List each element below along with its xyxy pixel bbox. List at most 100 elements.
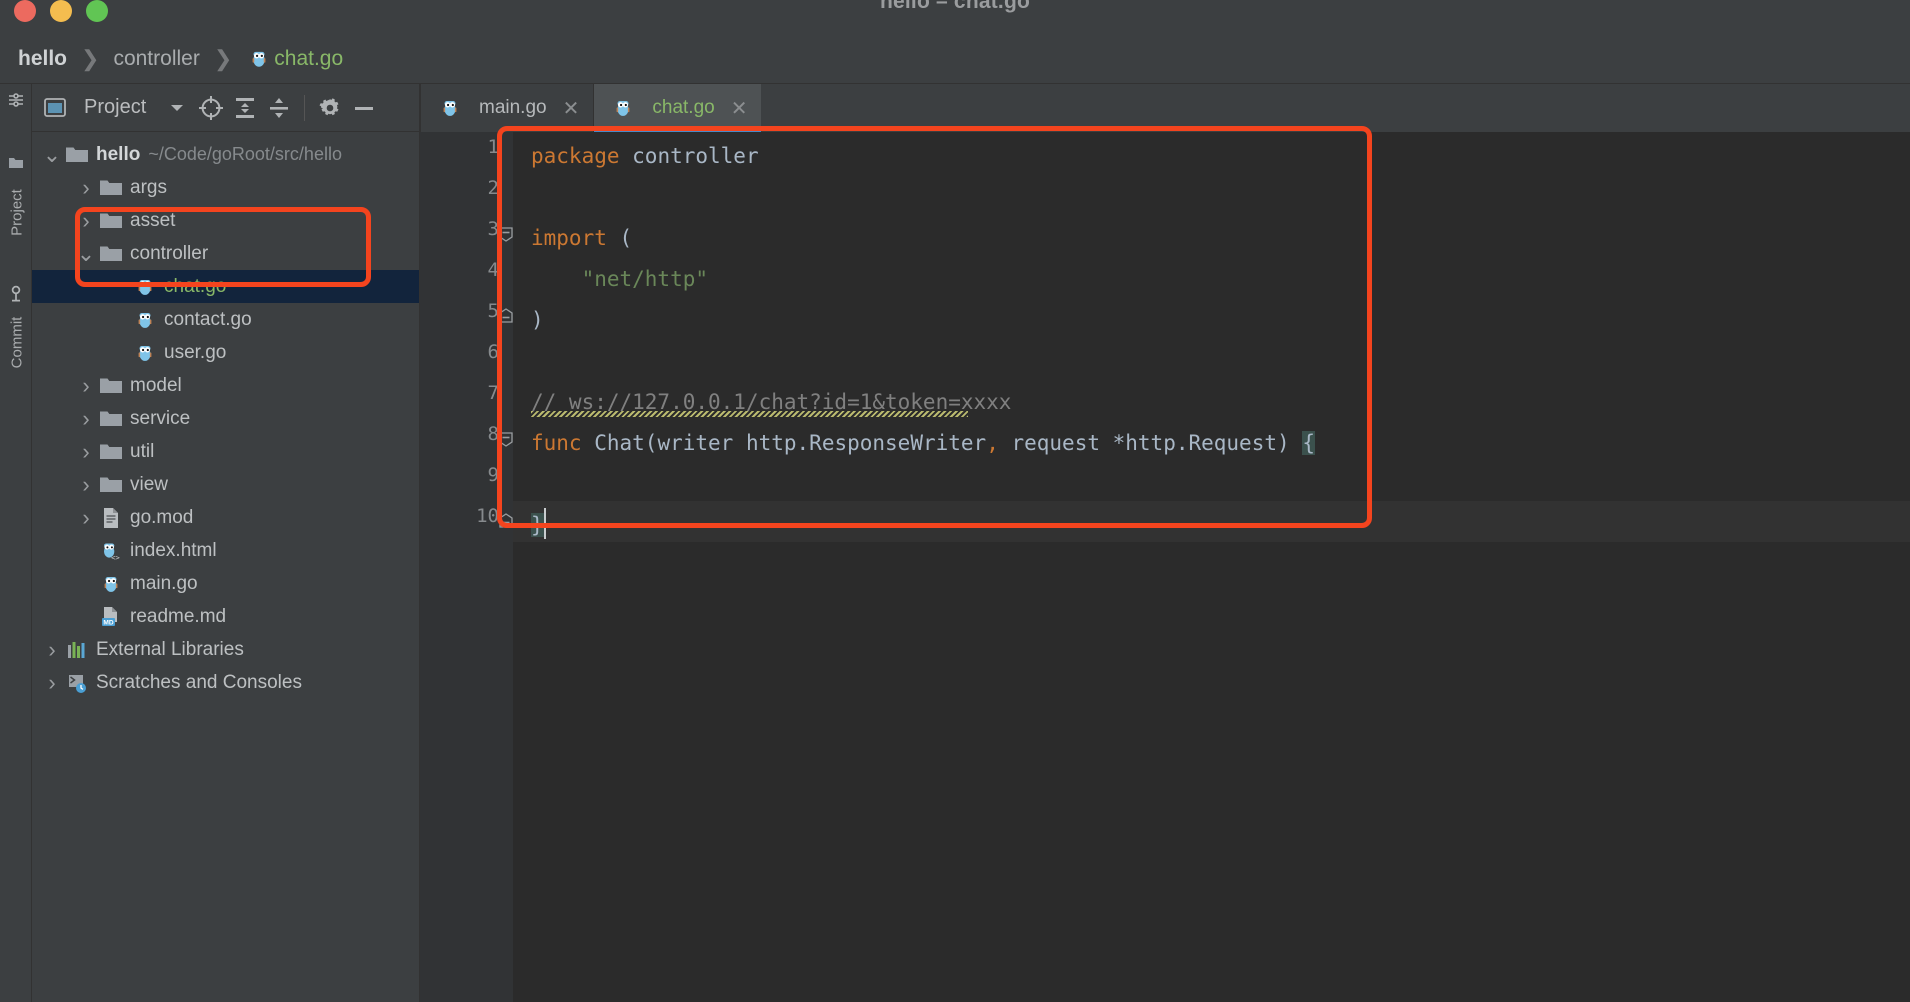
project-panel-title[interactable]: Project [84,96,146,119]
tree-item-util[interactable]: › util [32,435,419,468]
breadcrumb-item-folder[interactable]: controller [113,47,199,71]
expand-all-icon[interactable] [228,91,262,125]
chevron-right-icon[interactable]: › [74,472,98,498]
editor-tab-bar[interactable]: main.go ✕ chat.go ✕ [420,84,1910,132]
code-line-8[interactable]: func Chat(writer http.ResponseWriter, re… [531,423,1315,464]
tree-item-label: util [130,440,155,462]
tree-item-label: service [130,407,191,429]
crosshair-target-icon[interactable] [194,91,228,125]
toolbar-divider [304,94,306,121]
svg-text:MD: MD [103,619,113,626]
fold-end-icon[interactable] [498,308,514,324]
tree-item-contact-go[interactable]: contact.go [32,303,419,336]
code-line-3[interactable]: import ( [531,218,632,259]
editor-area: main.go ✕ chat.go ✕ 1 2 3 4 5 6 7 8 9 10 package con… [420,84,1910,1002]
tree-item-model[interactable]: › model [32,369,419,402]
tree-item-args[interactable]: › args [32,171,419,204]
chevron-down-icon[interactable] [160,91,194,125]
tree-item-scratches[interactable]: › Scratches and Consoles [32,666,419,699]
chevron-right-icon[interactable]: › [74,439,98,465]
collapse-all-icon[interactable] [262,91,296,125]
code-editor[interactable]: 1 2 3 4 5 6 7 8 9 10 package controller import ( "… [420,132,1910,1002]
tree-item-index-html[interactable]: <> index.html [32,534,419,567]
tree-item-controller[interactable]: ⌄ controller [32,237,419,270]
code-token: { [1302,431,1315,455]
folder-icon [64,144,90,166]
tree-item-label: index.html [130,539,217,561]
go-gopher-icon [437,97,463,119]
code-line-1[interactable]: package controller [531,136,759,177]
minimize-icon[interactable] [347,91,381,125]
project-file-tree[interactable]: ⌄ hello ~/Code/goRoot/src/hello › args › asset… [32,132,419,699]
breadcrumb-item-project[interactable]: hello [18,47,67,71]
code-token: ( [619,226,633,250]
go-gopher-icon [132,276,158,298]
chevron-right-icon[interactable]: › [74,505,98,531]
tree-item-chat-go[interactable]: chat.go [32,270,419,303]
stripe-item-commit[interactable]: Commit [9,307,26,379]
markdown-file-icon: MD [98,606,124,628]
tree-item-label: controller [130,242,209,264]
fold-end-icon[interactable] [498,513,514,529]
breadcrumb-separator: ❯ [213,45,233,71]
tree-item-go-mod[interactable]: › go.mod [32,501,419,534]
tree-item-label: main.go [130,572,198,594]
chevron-right-icon[interactable]: › [40,637,64,663]
go-gopher-icon [132,342,158,364]
tree-item-main-go[interactable]: main.go [32,567,419,600]
gomod-file-icon [98,507,124,529]
code-token: import [531,226,620,250]
fold-collapse-icon[interactable] [498,226,514,242]
tab-main-go[interactable]: main.go ✕ [420,84,593,132]
tree-item-label: contact.go [164,308,252,330]
line-number-gutter[interactable]: 1 2 3 4 5 6 7 8 9 10 [420,132,513,1002]
code-token: "net/http" [531,267,709,291]
close-icon[interactable]: ✕ [563,96,580,121]
breadcrumb: hello ❯ controller ❯ chat.go [0,34,1910,84]
tree-item-asset[interactable]: › asset [32,204,419,237]
code-token: package [531,144,633,168]
code-line-10[interactable]: } [531,505,544,546]
text-caret [544,508,546,539]
tree-item-readme-md[interactable]: MD readme.md [32,600,419,633]
tree-item-label: model [130,374,182,396]
tree-item-label: chat.go [164,275,227,297]
code-token: controller [632,144,759,168]
code-line-5[interactable]: ) [531,300,544,341]
tab-chat-go[interactable]: chat.go ✕ [593,84,762,132]
fold-collapse-icon[interactable] [498,431,514,447]
code-token: func [531,431,595,455]
chevron-right-icon[interactable]: › [74,175,98,201]
close-icon[interactable]: ✕ [731,96,748,121]
code-token: , [986,431,999,455]
chevron-down-icon[interactable]: ⌄ [74,242,98,264]
chevron-right-icon[interactable]: › [74,406,98,432]
tree-item-label: args [130,176,167,198]
chevron-down-icon[interactable]: ⌄ [40,143,64,165]
line-number: 10 [476,505,499,527]
project-panel-toolbar: Project [32,84,419,132]
chevron-right-icon[interactable]: › [74,208,98,234]
tree-item-user-go[interactable]: user.go [32,336,419,369]
project-structure-icon[interactable] [8,92,24,108]
tree-item-path: ~/Code/goRoot/src/hello [148,144,342,164]
chevron-right-icon[interactable]: › [74,373,98,399]
tree-item-ext-libs[interactable]: › External Libraries [32,633,419,666]
code-line-4[interactable]: "net/http" [531,259,708,300]
stripe-item-project[interactable]: Project [9,177,26,249]
tree-item-view[interactable]: › view [32,468,419,501]
line-number: 1 [487,136,499,158]
commit-branch-icon[interactable] [8,284,24,302]
tree-item-service[interactable]: › service [32,402,419,435]
title-bar: hello – chat.go [0,0,1910,34]
code-content[interactable]: package controller import ( "net/http")//… [513,132,1910,1002]
go-html-icon: <> [98,540,124,562]
breadcrumb-item-file[interactable]: chat.go [274,47,343,71]
gear-icon[interactable] [313,91,347,125]
folder-icon [98,474,124,496]
tree-item-hello[interactable]: ⌄ hello ~/Code/goRoot/src/hello [32,138,419,171]
go-gopher-icon [610,97,636,119]
chevron-right-icon[interactable]: › [40,670,64,696]
